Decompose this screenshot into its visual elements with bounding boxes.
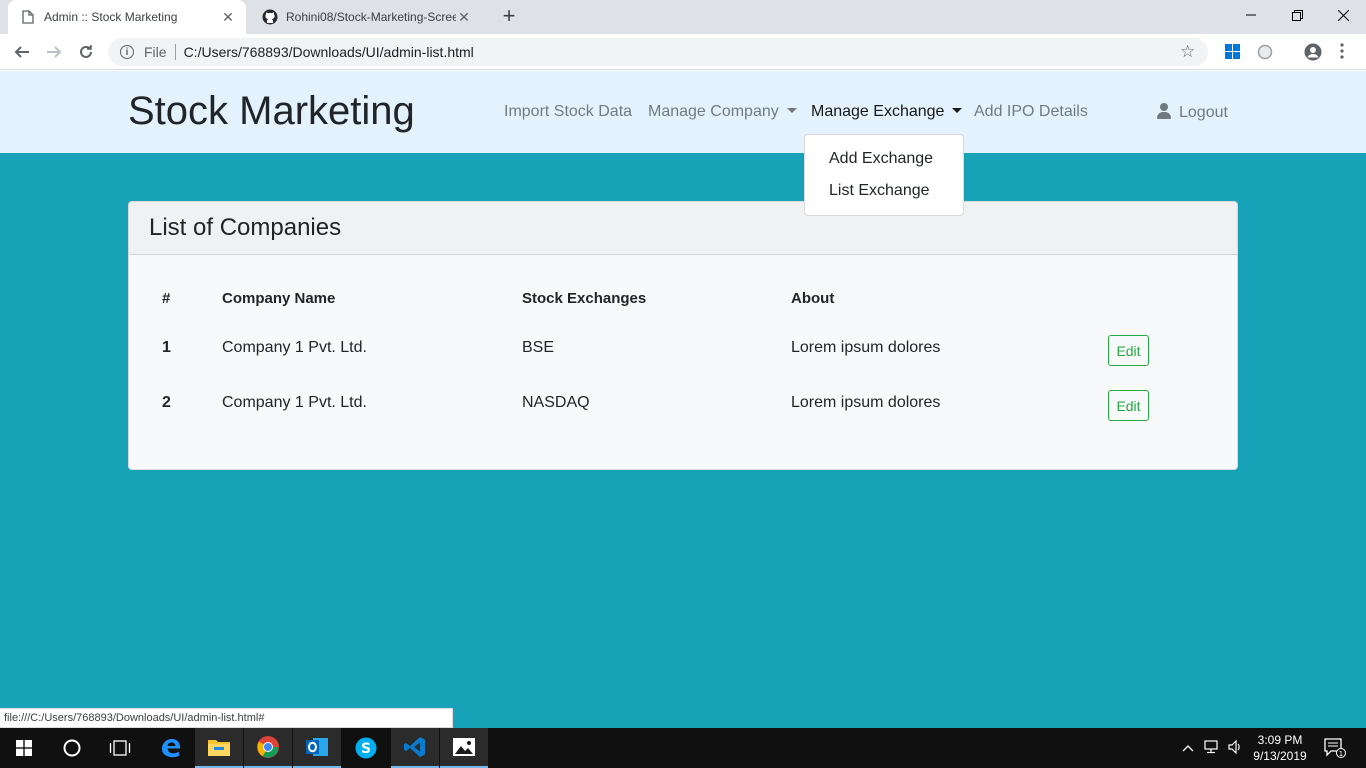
nav-import-stock-data[interactable]: Import Stock Data <box>504 103 632 121</box>
windows-taskbar: S 3:09 PM 9/13/2019 1 <box>0 728 1366 768</box>
page-icon <box>20 9 36 25</box>
notification-count: 1 <box>1339 750 1343 758</box>
minimize-button[interactable] <box>1228 0 1274 30</box>
extension-icon[interactable] <box>1257 44 1273 60</box>
cortana-search-icon[interactable] <box>48 728 96 768</box>
edit-button[interactable]: Edit <box>1108 335 1149 366</box>
page-content: Stock Marketing Import Stock Data Manage… <box>0 71 1366 728</box>
clock-time: 3:09 PM <box>1257 733 1303 747</box>
outlook-icon[interactable] <box>293 728 341 768</box>
row-number: 2 <box>162 394 171 411</box>
github-icon <box>262 9 278 25</box>
caret-down-icon <box>952 108 963 113</box>
exchange-cell: BSE <box>522 339 555 356</box>
column-header-stock-exchanges: Stock Exchanges <box>522 290 647 307</box>
dropdown-item-add-exchange[interactable]: Add Exchange <box>805 143 963 175</box>
menu-icon[interactable] <box>1340 43 1346 59</box>
restore-button[interactable] <box>1274 0 1320 30</box>
close-window-button[interactable] <box>1320 0 1366 30</box>
info-icon[interactable]: i <box>120 45 134 59</box>
close-icon[interactable]: ✕ <box>456 9 472 25</box>
navbar: Stock Marketing Import Stock Data Manage… <box>0 71 1366 153</box>
status-bar-url: file:///C:/Users/768893/Downloads/UI/adm… <box>0 708 453 728</box>
caret-down-icon <box>786 108 797 113</box>
volume-icon[interactable] <box>1228 739 1244 757</box>
divider <box>174 44 176 60</box>
row-number: 1 <box>162 339 171 356</box>
column-header-number: # <box>162 290 171 307</box>
back-button[interactable] <box>10 40 34 64</box>
company-name-cell: Company 1 Pvt. Ltd. <box>222 339 367 356</box>
exchange-cell: NASDAQ <box>522 394 590 411</box>
nav-label: Manage Company <box>648 103 779 120</box>
address-bar[interactable]: i File C:/Users/768893/Downloads/UI/admi… <box>108 38 1208 66</box>
browser-toolbar: i File C:/Users/768893/Downloads/UI/admi… <box>0 34 1366 70</box>
browser-tab-strip: Admin :: Stock Marketing ✕ Rohini08/Stoc… <box>0 0 1366 34</box>
edit-button[interactable]: Edit <box>1108 390 1149 421</box>
url-scheme: File <box>144 44 167 60</box>
about-cell: Lorem ipsum dolores <box>791 339 941 356</box>
url-text: C:/Users/768893/Downloads/UI/admin-list.… <box>183 44 474 60</box>
companies-card: List of Companies # Company Name Stock E… <box>128 201 1238 470</box>
task-view-icon[interactable] <box>96 728 144 768</box>
skype-icon[interactable]: S <box>342 728 390 768</box>
logout-label: Logout <box>1179 104 1228 121</box>
edge-icon[interactable] <box>147 728 195 768</box>
column-header-about: About <box>791 290 835 307</box>
action-center-icon[interactable]: 1 <box>1324 738 1346 761</box>
reload-button[interactable] <box>74 40 98 64</box>
chrome-icon[interactable] <box>244 728 292 768</box>
tab-title: Rohini08/Stock-Marketing-Scree <box>286 10 456 24</box>
star-icon[interactable]: ☆ <box>1180 42 1195 62</box>
file-explorer-icon[interactable] <box>195 728 243 768</box>
new-tab-button[interactable]: + <box>498 5 520 28</box>
nav-label: Manage Exchange <box>811 103 945 120</box>
windows-extension-icon[interactable] <box>1225 44 1241 60</box>
tab-title: Admin :: Stock Marketing <box>44 10 178 24</box>
photos-icon[interactable] <box>440 728 488 768</box>
nav-add-ipo-details[interactable]: Add IPO Details <box>974 103 1088 121</box>
profile-icon[interactable] <box>1304 43 1322 61</box>
tab-admin[interactable]: Admin :: Stock Marketing ✕ <box>8 0 246 34</box>
nav-manage-company[interactable]: Manage Company <box>648 103 797 121</box>
about-cell: Lorem ipsum dolores <box>791 394 941 411</box>
forward-button[interactable] <box>42 40 66 64</box>
card-title: List of Companies <box>129 202 1237 255</box>
taskbar-clock[interactable]: 3:09 PM 9/13/2019 <box>1252 732 1308 764</box>
dropdown-item-list-exchange[interactable]: List Exchange <box>805 175 963 207</box>
clock-date: 9/13/2019 <box>1253 749 1307 763</box>
column-header-company-name: Company Name <box>222 290 336 307</box>
close-icon[interactable]: ✕ <box>220 9 236 25</box>
nav-manage-exchange[interactable]: Manage Exchange <box>811 103 963 121</box>
nav-logout[interactable]: Logout <box>1157 103 1228 122</box>
chevron-up-icon[interactable] <box>1182 740 1194 755</box>
tab-github[interactable]: Rohini08/Stock-Marketing-Scree ✕ <box>250 0 482 34</box>
company-name-cell: Company 1 Pvt. Ltd. <box>222 394 367 411</box>
manage-exchange-dropdown: Add Exchange List Exchange <box>804 134 964 216</box>
vscode-icon[interactable] <box>391 728 439 768</box>
brand-logo[interactable]: Stock Marketing <box>128 89 415 134</box>
user-icon <box>1157 103 1171 119</box>
network-icon[interactable] <box>1204 740 1222 757</box>
start-button[interactable] <box>0 728 48 768</box>
svg-text:S: S <box>361 741 371 757</box>
